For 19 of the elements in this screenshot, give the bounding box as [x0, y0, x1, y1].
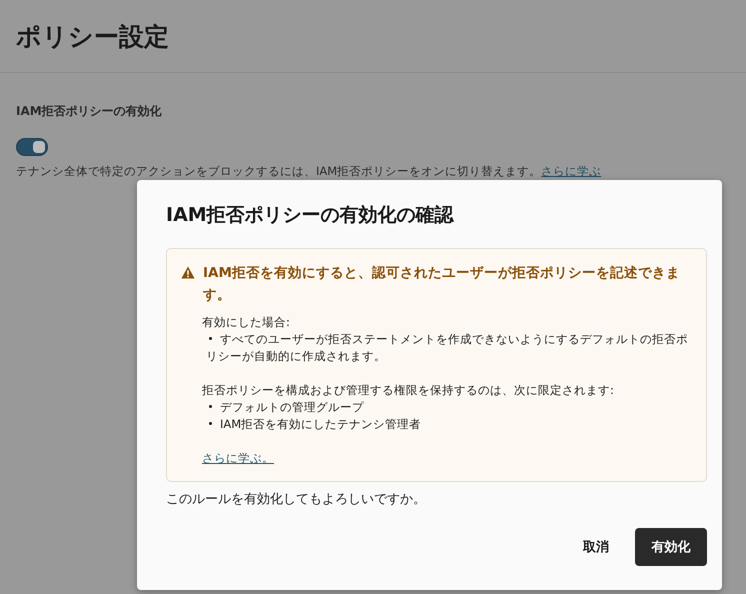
dialog-title: IAM拒否ポリシーの有効化の確認 — [166, 203, 455, 228]
bullet-item: IAM拒否を有効にしたテナンシ管理者 — [202, 416, 692, 433]
warning-heading: IAM拒否を有効にすると、認可されたユーザーが拒否ポリシーを記述できます。 — [203, 264, 681, 305]
setting-label: IAM拒否ポリシーの有効化 — [16, 103, 163, 120]
setting-description: テナンシ全体で特定のアクションをブロックするには、IAM拒否ポリシーをオンに切り替えます。 — [16, 164, 542, 179]
page-title: ポリシー設定 — [16, 20, 169, 52]
cancel-button[interactable]: 取消 — [567, 528, 625, 566]
bullet-item: すべてのユーザーが拒否ステートメントを作成できないようにするデフォルトの拒否ポリシーが自動的に作成されます。 — [205, 331, 689, 365]
bullet-item: デフォルトの管理グループ — [202, 399, 692, 416]
bullet-icon — [209, 404, 212, 408]
warning-icon — [181, 266, 195, 279]
enable-button[interactable]: 有効化 — [635, 528, 707, 566]
confirm-question: このルールを有効化してもよろしいですか。 — [166, 491, 427, 508]
bullet-icon — [209, 422, 212, 425]
bullet-icon — [209, 336, 212, 340]
section-intro: 有効にした場合: — [202, 314, 291, 331]
section-intro: 拒否ポリシーを構成および管理する権限を保持するのは、次に限定されます: — [202, 382, 615, 399]
toggle-switch[interactable] — [16, 138, 48, 156]
learn-more-link[interactable]: さらに学ぶ。 — [202, 451, 274, 465]
